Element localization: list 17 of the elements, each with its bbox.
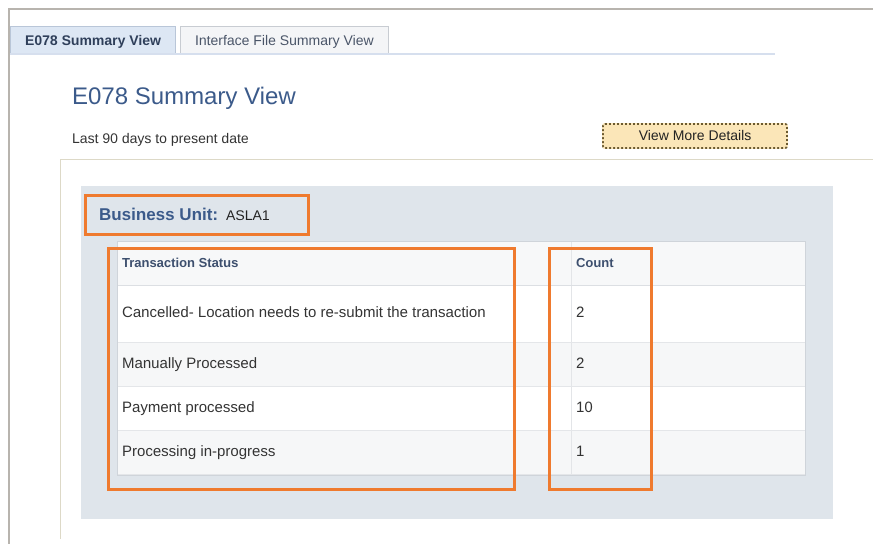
page-title: E078 Summary View: [72, 82, 297, 112]
table-cell: Payment processed: [118, 386, 572, 430]
table-cell-text: 10: [575, 398, 594, 418]
table-cell-text: 1: [575, 442, 586, 462]
view-more-details-button[interactable]: View More Details: [602, 122, 788, 148]
tab[interactable]: Interface File Summary View: [180, 26, 389, 53]
table-cell: Processing in-progress: [118, 430, 572, 474]
table-cell-text: 2: [575, 303, 586, 324]
column-header: Transaction Status: [118, 242, 572, 284]
table-cell-text: 2: [575, 354, 586, 374]
column-header: Count: [575, 254, 615, 272]
tab[interactable]: E078 Summary View: [10, 26, 176, 53]
table-cell: Manually Processed: [118, 342, 572, 386]
date-range-text: Last 90 days to present date: [72, 129, 249, 148]
table-cell: Cancelled- Location needs to re-submit the transaction: [118, 286, 572, 342]
business-unit-label: Business Unit:: [99, 204, 218, 226]
business-unit-value: ASLA1: [226, 206, 270, 225]
